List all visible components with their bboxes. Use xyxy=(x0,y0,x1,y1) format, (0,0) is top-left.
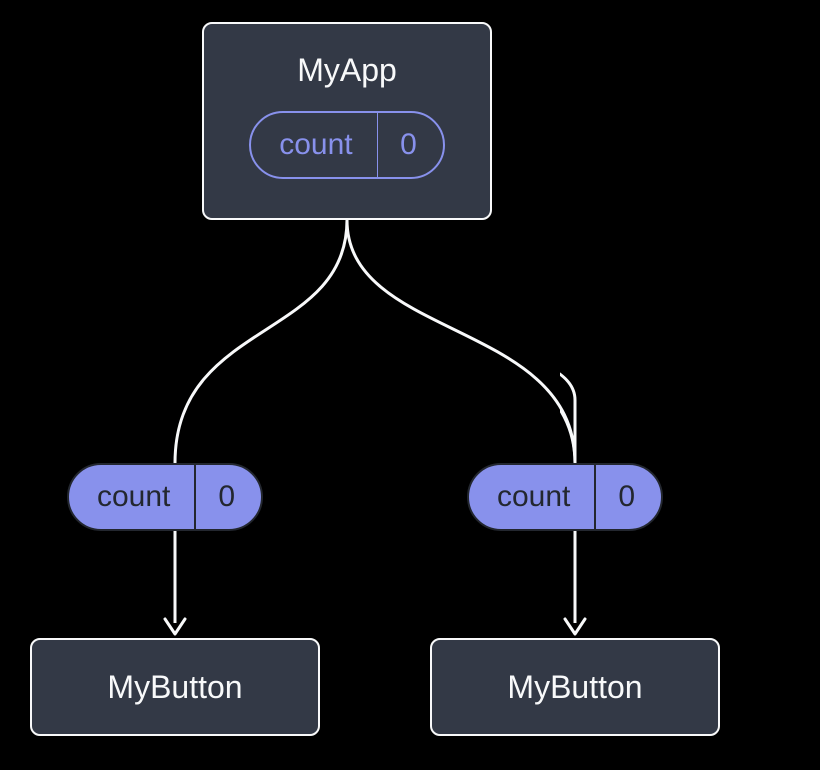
prop-label: count xyxy=(469,465,594,529)
parent-state-pill: count 0 xyxy=(249,111,445,179)
child-component-title: MyButton xyxy=(107,669,242,706)
state-label: count xyxy=(251,113,376,177)
child-component-box-left: MyButton xyxy=(30,638,320,736)
prop-value: 0 xyxy=(596,465,661,529)
prop-pill-left: count 0 xyxy=(67,463,263,531)
arrow-down-icon xyxy=(563,531,587,641)
arrow-down-icon xyxy=(163,531,187,641)
child-component-box-right: MyButton xyxy=(430,638,720,736)
parent-component-box: MyApp count 0 xyxy=(202,22,492,220)
prop-pill-right: count 0 xyxy=(467,463,663,531)
prop-value: 0 xyxy=(196,465,261,529)
parent-component-title: MyApp xyxy=(297,52,397,89)
prop-label: count xyxy=(69,465,194,529)
child-component-title: MyButton xyxy=(507,669,642,706)
state-value: 0 xyxy=(378,113,443,177)
